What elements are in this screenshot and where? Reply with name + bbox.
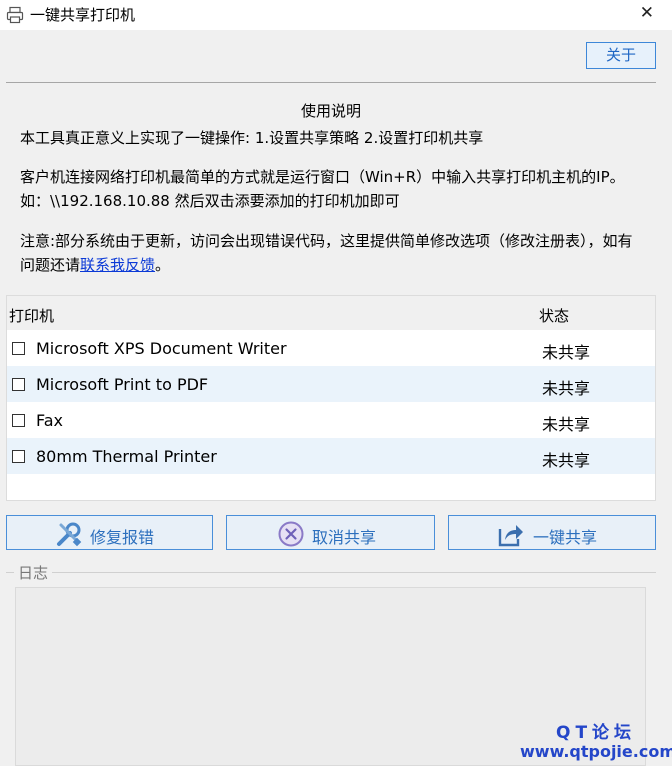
repair-button[interactable]: 修复报错 (6, 515, 213, 550)
instructions-line1: 本工具真正意义上实现了一键操作: 1.设置共享策略 2.设置打印机共享 (20, 129, 484, 147)
printer-name: Microsoft Print to PDF (36, 375, 209, 394)
one-click-share-button[interactable]: 一键共享 (448, 515, 656, 550)
cancel-share-button-label: 取消共享 (312, 528, 377, 547)
printer-checkbox[interactable] (12, 378, 25, 391)
printer-icon (6, 6, 24, 24)
close-icon[interactable]: ✕ (640, 3, 654, 23)
repair-button-label: 修复报错 (90, 528, 155, 547)
printer-checkbox[interactable] (12, 414, 25, 427)
table-row[interactable]: Microsoft XPS Document Writer 未共享 (7, 330, 655, 366)
wrench-screwdriver-icon (57, 522, 82, 547)
feedback-link[interactable]: 联系我反馈 (80, 256, 155, 274)
printer-list: 打印机 状态 Microsoft XPS Document Writer 未共享… (6, 295, 656, 501)
column-header-printer: 打印机 (9, 307, 55, 325)
instructions-line3: 注意:部分系统由于更新，访问会出现错误代码，这里提供简单修改选项（修改注册表），… (20, 229, 640, 277)
watermark-url: www.qtpojie.com (520, 742, 672, 761)
table-row[interactable]: Fax 未共享 (7, 402, 655, 438)
printer-checkbox[interactable] (12, 342, 25, 355)
about-button[interactable]: 关于 (586, 42, 656, 69)
column-header-status: 状态 (539, 307, 570, 325)
printer-name: 80mm Thermal Printer (36, 447, 217, 466)
printer-status: 未共享 (542, 451, 591, 470)
printer-status: 未共享 (542, 379, 591, 398)
one-click-share-button-label: 一键共享 (533, 528, 598, 547)
table-row[interactable]: Microsoft Print to PDF 未共享 (7, 366, 655, 402)
cancel-share-button[interactable]: 取消共享 (226, 515, 435, 550)
share-arrow-icon (498, 525, 523, 547)
watermark-forum: QT论坛 (556, 723, 637, 743)
printer-status: 未共享 (542, 343, 591, 362)
instructions-line2: 客户机连接网络打印机最简单的方式就是运行窗口（Win+R）中输入共享打印机主机的… (20, 168, 625, 210)
printer-checkbox[interactable] (12, 450, 25, 463)
printer-name: Fax (36, 411, 64, 430)
header-divider (6, 82, 656, 83)
title-bar: 一键共享打印机 ✕ (0, 0, 672, 30)
instructions-title: 使用说明 (300, 102, 361, 120)
instructions-line3-end: 。 (155, 256, 171, 274)
printer-status: 未共享 (542, 415, 591, 434)
log-title: 日志 (14, 562, 53, 583)
log-textarea[interactable] (15, 587, 646, 766)
cancel-circle-icon (278, 521, 304, 547)
printer-name: Microsoft XPS Document Writer (36, 339, 287, 358)
table-row[interactable]: 80mm Thermal Printer 未共享 (7, 438, 655, 474)
window-title: 一键共享打印机 (30, 6, 136, 24)
printer-list-header: 打印机 状态 (7, 296, 655, 330)
